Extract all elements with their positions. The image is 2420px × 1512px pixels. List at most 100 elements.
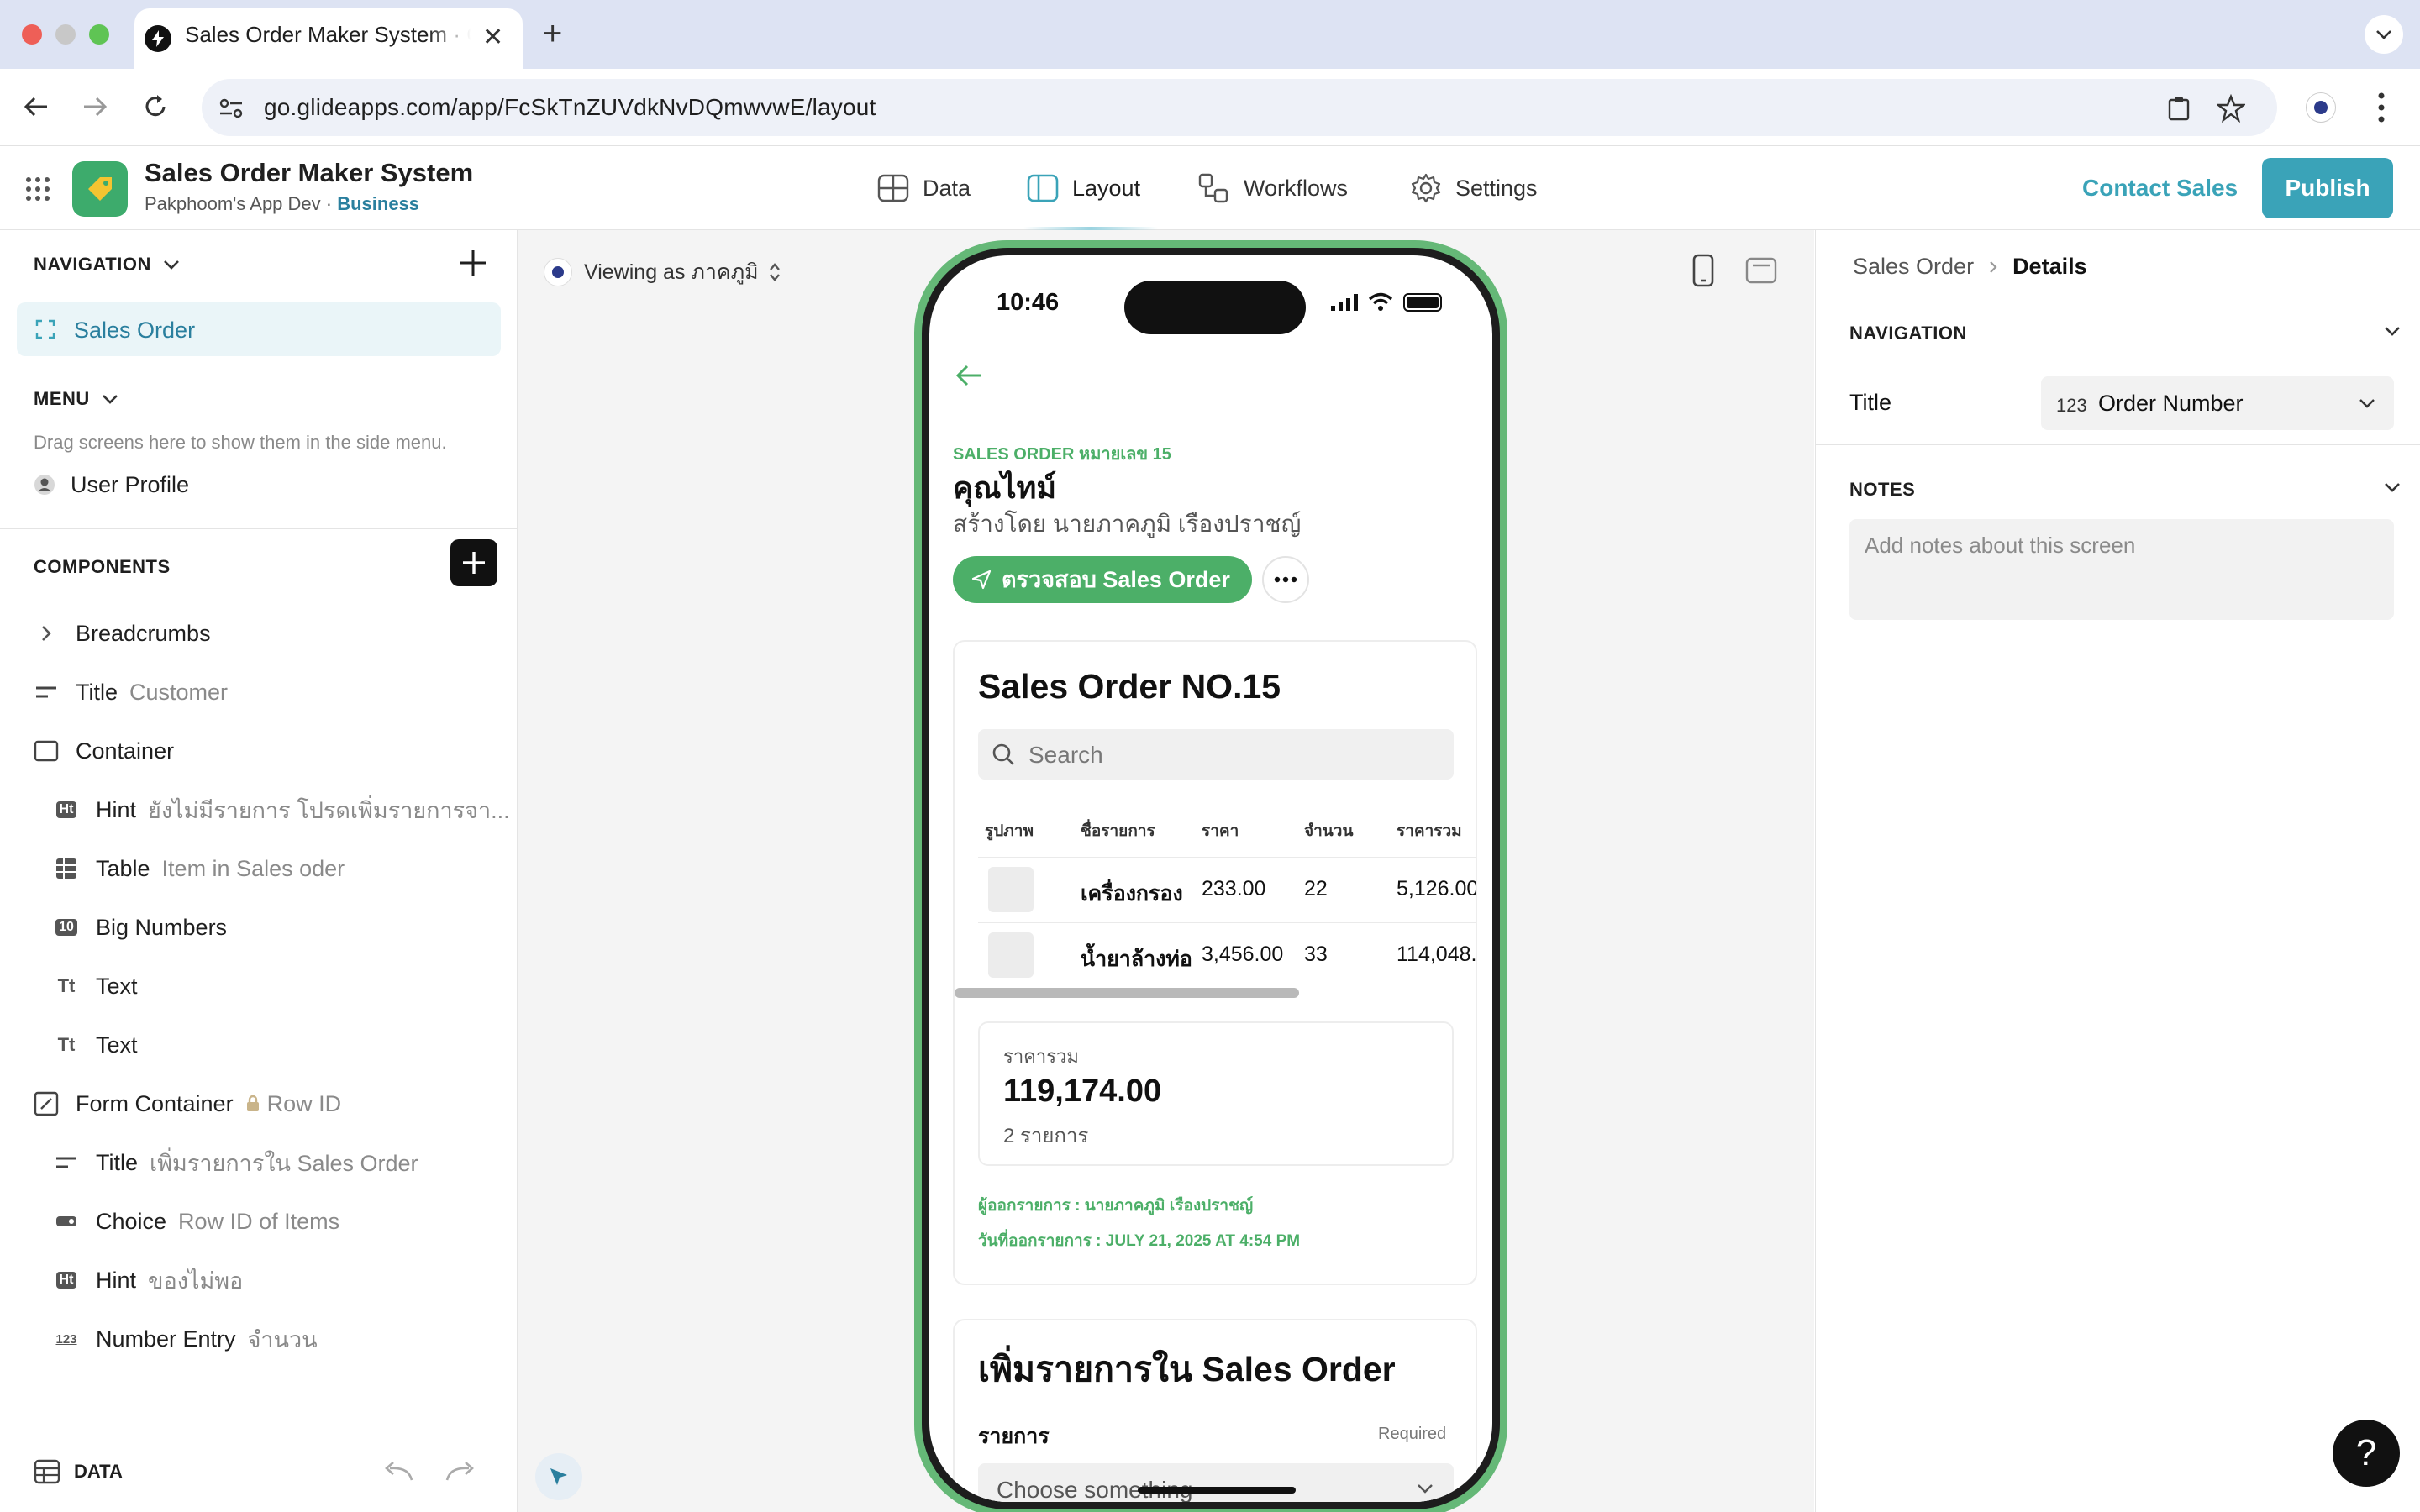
tab-search-button[interactable] — [2365, 15, 2403, 54]
data-table-icon — [34, 1459, 60, 1484]
clipboard-icon[interactable] — [2166, 96, 2191, 121]
chevron-updown-icon — [769, 263, 780, 281]
component-text[interactable]: Tt Text — [54, 969, 138, 1003]
close-tab-icon[interactable]: ✕ — [482, 25, 503, 50]
breadcrumb-parent[interactable]: Sales Order — [1853, 254, 1974, 280]
big-numbers-icon: 10 — [54, 919, 79, 936]
chevron-down-icon — [2376, 30, 2391, 39]
component-container[interactable]: Container — [34, 734, 174, 768]
item-total: 5,126.00 — [1397, 877, 1477, 900]
site-settings-icon[interactable] — [218, 97, 244, 119]
navigation-section-header[interactable]: NAVIGATION — [34, 254, 180, 276]
component-type: Title — [96, 1149, 139, 1175]
issuer-text: ผู้ออกรายการ : นายภาคภูมิ เรืองปราชญ์ — [978, 1197, 1254, 1215]
tab-workflows-label: Workflows — [1244, 175, 1349, 201]
component-title[interactable]: Title Customer — [34, 675, 228, 709]
component-detail: ของไม่พอ — [148, 1268, 244, 1294]
contact-sales-link[interactable]: Contact Sales — [2082, 175, 2238, 202]
publish-button[interactable]: Publish — [2262, 158, 2393, 218]
tab-settings[interactable]: Settings — [1410, 171, 1538, 205]
search-placeholder: Search — [1028, 742, 1103, 768]
tab-layout[interactable]: Layout — [1027, 171, 1140, 205]
navigation-header-label: NAVIGATION — [34, 254, 151, 275]
back-arrow-icon[interactable] — [22, 92, 50, 121]
reload-icon[interactable] — [141, 92, 170, 121]
kebab-menu-icon[interactable] — [2376, 91, 2386, 124]
item-name: เครื่องกรอง — [1081, 882, 1183, 906]
title-select[interactable]: 123 Order Number — [2041, 376, 2394, 430]
menu-item-user-profile[interactable]: User Profile — [34, 468, 189, 501]
tab-data[interactable]: Data — [877, 171, 971, 205]
close-window-button[interactable] — [22, 24, 42, 45]
address-bar[interactable]: go.glideapps.com/app/FcSkTnZUVdkNvDQmwvw… — [202, 79, 2277, 136]
check-sales-order-button[interactable]: ตรวจสอบ Sales Order — [953, 556, 1252, 603]
number-type-icon: 123 — [2056, 395, 2087, 416]
component-big-numbers[interactable]: 10 Big Numbers — [54, 911, 227, 944]
component-title[interactable]: Title เพิ่มรายการใน Sales Order — [54, 1146, 418, 1179]
component-type: Big Numbers — [96, 914, 228, 940]
home-indicator — [1138, 1487, 1296, 1494]
phone-preview-icon[interactable] — [1691, 254, 1715, 287]
component-text[interactable]: Tt Text — [54, 1028, 138, 1062]
more-actions-button[interactable] — [1262, 556, 1309, 603]
table-row[interactable]: เครื่องกรอง 233.00 22 5,126.00 — [978, 858, 1477, 921]
bookmark-star-icon[interactable] — [2217, 94, 2245, 123]
component-detail: จำนวน — [247, 1326, 318, 1352]
nav-item-sales-order[interactable]: Sales Order — [17, 302, 501, 356]
left-panel: NAVIGATION Sales Order MENU Drag screens… — [0, 230, 518, 1512]
app-grid-icon[interactable] — [25, 176, 50, 202]
table-search-input[interactable]: Search — [978, 729, 1454, 780]
issue-date-text: วันที่ออกรายการ : JULY 21, 2025 AT 4:54 … — [978, 1232, 1301, 1250]
title-select-value: Order Number — [2098, 391, 2244, 416]
forward-arrow-icon[interactable] — [81, 92, 109, 121]
component-number-entry[interactable]: 123 Number Entry จำนวน — [54, 1322, 318, 1356]
check-sales-order-label: ตรวจสอบ Sales Order — [1002, 567, 1230, 592]
form-title: เพิ่มรายการใน Sales Order — [978, 1350, 1396, 1389]
browser-tab[interactable]: Sales Order Maker System · Glide ✕ — [134, 8, 523, 69]
component-hint[interactable]: Ht Hint ของไม่พอ — [54, 1263, 243, 1297]
column-header-item: ชื่อรายการ — [1081, 822, 1155, 840]
back-arrow-icon[interactable] — [955, 363, 983, 388]
lock-icon — [245, 1095, 260, 1113]
undo-icon[interactable] — [383, 1460, 415, 1483]
menu-header-label: MENU — [34, 388, 90, 409]
minimize-window-button[interactable] — [55, 24, 76, 45]
maximize-window-button[interactable] — [89, 24, 109, 45]
tab-workflows[interactable]: Workflows — [1198, 171, 1348, 205]
components-section-header: COMPONENTS — [34, 556, 171, 578]
tab-title: Sales Order Maker System · Glide — [185, 22, 471, 47]
chevron-down-icon[interactable] — [2384, 482, 2401, 492]
tablet-preview-icon[interactable] — [1745, 257, 1777, 284]
item-choice-select[interactable]: Choose something — [978, 1463, 1454, 1502]
horizontal-scrollbar[interactable] — [955, 988, 1299, 998]
navigation-section-header: NAVIGATION — [1849, 323, 1967, 344]
notes-textarea[interactable]: Add notes about this screen — [1849, 519, 2394, 620]
profile-avatar[interactable] — [2306, 92, 2336, 123]
battery-icon — [1403, 293, 1442, 312]
browser-toolbar: go.glideapps.com/app/FcSkTnZUVdkNvDQmwvw… — [0, 69, 2420, 146]
table-row[interactable]: น้ำยาล้างท่อ 3,456.00 33 114,048. — [978, 924, 1476, 986]
total-label: ราคารวม — [1003, 1046, 1079, 1067]
data-panel-toggle[interactable]: DATA — [34, 1455, 123, 1488]
component-table[interactable]: Table Item in Sales oder — [54, 852, 345, 885]
component-form-container[interactable]: Form Container Row ID — [34, 1087, 341, 1121]
menu-section-header[interactable]: MENU — [34, 388, 118, 410]
add-screen-button[interactable] — [459, 249, 487, 277]
card-title: Sales Order NO.15 — [978, 667, 1281, 706]
container-icon — [34, 740, 59, 762]
add-component-button[interactable] — [450, 539, 497, 586]
user-icon — [34, 475, 55, 495]
signal-icon — [1331, 294, 1358, 311]
viewing-as-selector[interactable]: Viewing as ภาคภูมิ — [544, 252, 781, 292]
chevron-down-icon[interactable] — [2384, 326, 2401, 336]
component-breadcrumbs[interactable]: Breadcrumbs — [34, 617, 211, 650]
component-hint[interactable]: Ht Hint ยังไม่มีรายการ โปรดเพิ่มรายการจา… — [54, 793, 510, 827]
component-choice[interactable]: Choice Row ID of Items — [54, 1205, 339, 1238]
column-header-image: รูปภาพ — [985, 822, 1034, 840]
app-icon[interactable] — [72, 161, 128, 217]
redo-icon[interactable] — [444, 1460, 476, 1483]
total-items: 2 รายการ — [1003, 1125, 1089, 1147]
help-button[interactable]: ? — [2333, 1420, 2400, 1487]
select-tool-button[interactable] — [535, 1453, 582, 1500]
new-tab-icon[interactable]: + — [543, 17, 562, 50]
